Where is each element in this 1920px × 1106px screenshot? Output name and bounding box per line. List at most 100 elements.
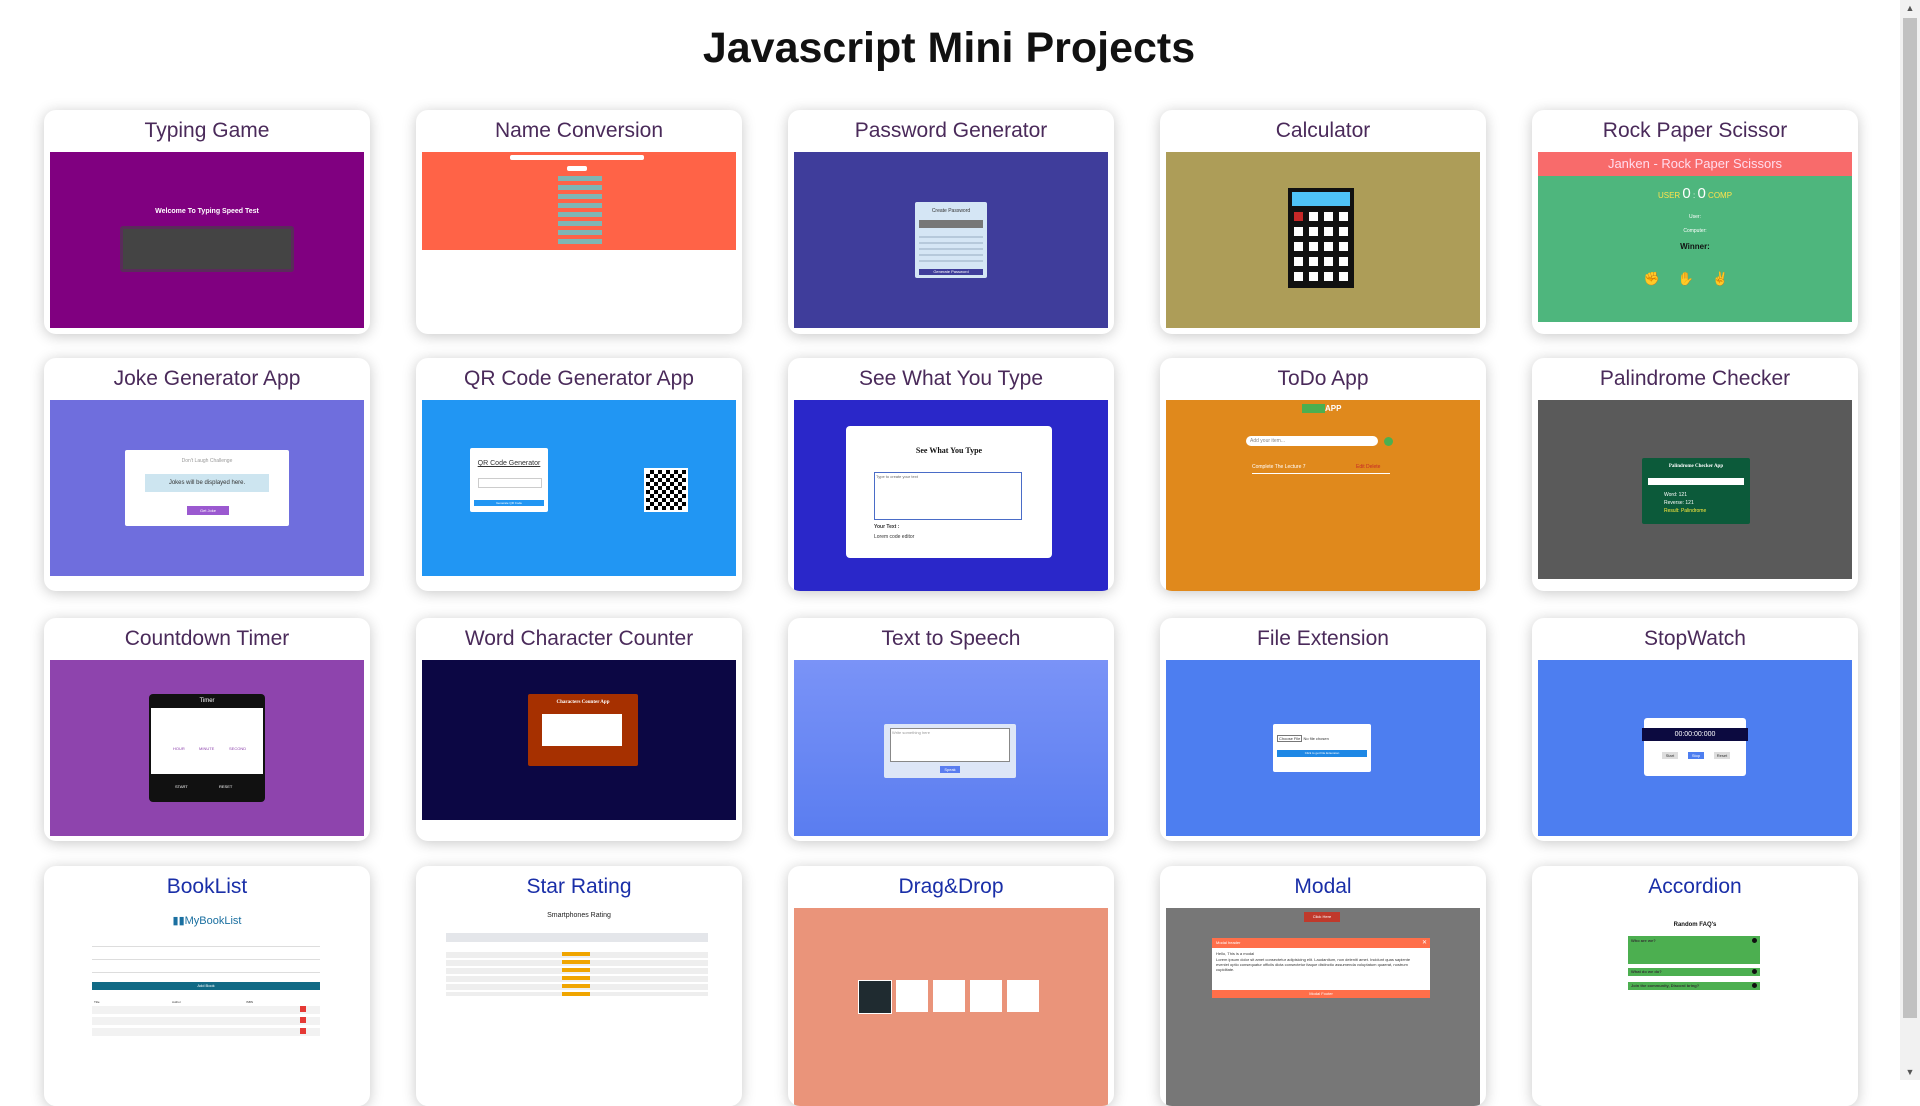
drop-zone — [1007, 980, 1039, 1012]
project-card-password-generator[interactable]: Password Generator Create Password Gener… — [788, 110, 1114, 334]
preview-button: Get Joke — [187, 506, 229, 515]
project-card-see-what-you-type[interactable]: See What You Type See What You Type Type… — [788, 358, 1114, 591]
project-preview: QR Code Generator Generate QR Code — [422, 400, 736, 576]
project-card-text-to-speech[interactable]: Text to Speech Write something here Spea… — [788, 618, 1114, 841]
preview-key-rows — [1294, 212, 1348, 284]
project-card-todo-app[interactable]: ToDo App TODOAPP Add your item... Comple… — [1160, 358, 1486, 591]
score-comp: 0 — [1697, 185, 1706, 202]
project-card-file-extension[interactable]: File Extension Choose File No file chose… — [1160, 618, 1486, 841]
project-card-palindrome-checker[interactable]: Palindrome Checker Palindrome Checker Ap… — [1532, 358, 1858, 591]
project-preview: Random FAQ's Who are we? What do we do? … — [1538, 908, 1852, 1106]
project-preview: Palindrome Checker App Word: 121 Reverse… — [1538, 400, 1852, 579]
preview-word: Word: 121 — [1664, 492, 1687, 498]
preview-panel: 00:00:00:000 Start Stop Reset — [1642, 718, 1748, 776]
preview-heading: ▮▮MyBookList — [50, 914, 364, 927]
project-title: Rock Paper Scissor — [1602, 119, 1788, 142]
scroll-down-icon[interactable]: ▼ — [1900, 1064, 1920, 1080]
score-comp-label: COMP — [1708, 191, 1733, 200]
file-name: No file chosen — [1303, 736, 1329, 741]
project-card-modal[interactable]: Modal Click Here Modal header ✕ Hello, T… — [1160, 866, 1486, 1106]
preview-timer: Timer HOUR MINUTE SECOND START RESET — [149, 694, 265, 802]
chevron-down-icon — [1752, 969, 1757, 974]
project-title: StopWatch — [1644, 627, 1746, 650]
preview-panel: Characters Counter App — [528, 694, 638, 766]
preview-score: USER 0 : 0 COMP — [1657, 185, 1733, 202]
preview-input — [478, 478, 542, 488]
preview-computer: Computer: — [1683, 228, 1707, 234]
preview-panel: See What You Type Type to create your te… — [846, 426, 1052, 558]
booklist-heading-text: MyBookList — [184, 915, 242, 927]
project-title: QR Code Generator App — [464, 367, 694, 390]
scroll-up-icon[interactable]: ▲ — [1900, 0, 1920, 16]
project-card-typing-game[interactable]: Typing Game Welcome To Typing Speed Test — [44, 110, 370, 334]
preview-joke: Jokes will be displayed here. — [145, 474, 269, 492]
preview-time: 00:00:00:000 — [1642, 728, 1748, 741]
preview-reset: Reset — [1714, 752, 1730, 759]
preview-heading: Don't Laugh Challenge — [181, 458, 233, 464]
star-icon — [562, 952, 590, 996]
qr-code-icon — [644, 468, 688, 512]
drop-zone — [896, 980, 928, 1012]
preview-filters — [446, 928, 708, 942]
page-title: Javascript Mini Projects — [702, 24, 1196, 72]
second-label: SECOND — [229, 746, 247, 751]
project-preview: See What You Type Type to create your te… — [794, 400, 1108, 591]
preview-heading: Palindrome Checker App — [1668, 464, 1724, 469]
preview-input: Add your item... — [1246, 436, 1378, 446]
preview-panel: Create Password Generate Password — [915, 202, 987, 278]
preview-item: Complete The Lecture 7 — [1252, 464, 1306, 470]
project-title: Word Character Counter — [464, 627, 694, 650]
project-card-qr-code-generator[interactable]: QR Code Generator App QR Code Generator … — [416, 358, 742, 591]
project-title: Palindrome Checker — [1599, 367, 1791, 390]
preview-delete-buttons — [300, 1006, 306, 1036]
modal-text: Hello, This is a modal — [1216, 951, 1255, 956]
project-card-booklist[interactable]: BookList ▮▮MyBookList Add Book Title Auth… — [44, 866, 370, 1106]
preview-button: Generate Password — [919, 269, 983, 275]
project-title: File Extension — [1257, 627, 1389, 650]
preview-result-label: Your Text : — [874, 524, 900, 530]
project-card-accordion[interactable]: Accordion Random FAQ's Who are we? What … — [1532, 866, 1858, 1106]
project-card-word-character-counter[interactable]: Word Character Counter Characters Counte… — [416, 618, 742, 841]
preview-table-headers: Title Author ISBN — [94, 1000, 320, 1004]
project-card-calculator[interactable]: Calculator — [1160, 110, 1486, 334]
preview-result: Result: Palindrome — [1664, 508, 1707, 514]
preview-button: Generate QR Code — [474, 500, 544, 506]
accordion-question: Who are we? — [1631, 938, 1656, 943]
project-card-drag-drop[interactable]: Drag&Drop — [788, 866, 1114, 1106]
preview-file-input: Choose File No file chosen — [1277, 735, 1329, 742]
scrollbar-thumb[interactable] — [1903, 18, 1917, 1018]
minute-label: MINUTE — [199, 746, 215, 751]
preview-display: HOUR MINUTE SECOND — [151, 708, 263, 774]
preview-input — [510, 155, 644, 160]
project-card-star-rating[interactable]: Star Rating Smartphones Rating — [416, 866, 742, 1106]
preview-winner: Winner: — [1680, 242, 1710, 251]
preview-start-button: START — [175, 784, 188, 789]
accordion-question: What do we do? — [1631, 969, 1662, 974]
project-card-rock-paper-scissor[interactable]: Rock Paper Scissor Janken - Rock Paper S… — [1532, 110, 1858, 334]
choose-file-button: Choose File — [1277, 735, 1303, 742]
project-title: Text to Speech — [881, 627, 1021, 650]
project-preview: Timer HOUR MINUTE SECOND START RESET — [50, 660, 364, 836]
score-user: 0 — [1682, 185, 1691, 202]
header-title: Title — [94, 1000, 100, 1004]
preview-heading: Create Password — [931, 208, 971, 214]
project-title: Joke Generator App — [113, 367, 301, 390]
preview-user: User: — [1689, 214, 1701, 220]
project-preview — [422, 152, 736, 250]
project-title: Typing Game — [144, 119, 270, 142]
preview-panel: Write something here Speak — [884, 724, 1016, 778]
hour-label: HOUR — [173, 746, 185, 751]
project-card-joke-generator[interactable]: Joke Generator App Don't Laugh Challenge… — [44, 358, 370, 591]
project-card-stopwatch[interactable]: StopWatch 00:00:00:000 Start Stop Reset — [1532, 618, 1858, 841]
preview-start: Start — [1662, 752, 1678, 759]
accordion-question: Join the community, Discord bring? — [1631, 983, 1700, 988]
project-title: BookList — [166, 875, 248, 898]
project-card-name-conversion[interactable]: Name Conversion — [416, 110, 742, 334]
drop-zone — [933, 980, 965, 1012]
project-card-countdown-timer[interactable]: Countdown Timer Timer HOUR MINUTE SECOND… — [44, 618, 370, 841]
project-preview: 00:00:00:000 Start Stop Reset — [1538, 660, 1852, 836]
project-preview: Click Here Modal header ✕ Hello, This is… — [1166, 908, 1480, 1106]
preview-textbox — [120, 226, 294, 272]
project-preview: Choose File No file chosen Click to get … — [1166, 660, 1480, 836]
vertical-scrollbar[interactable]: ▲ ▼ — [1900, 0, 1920, 1080]
